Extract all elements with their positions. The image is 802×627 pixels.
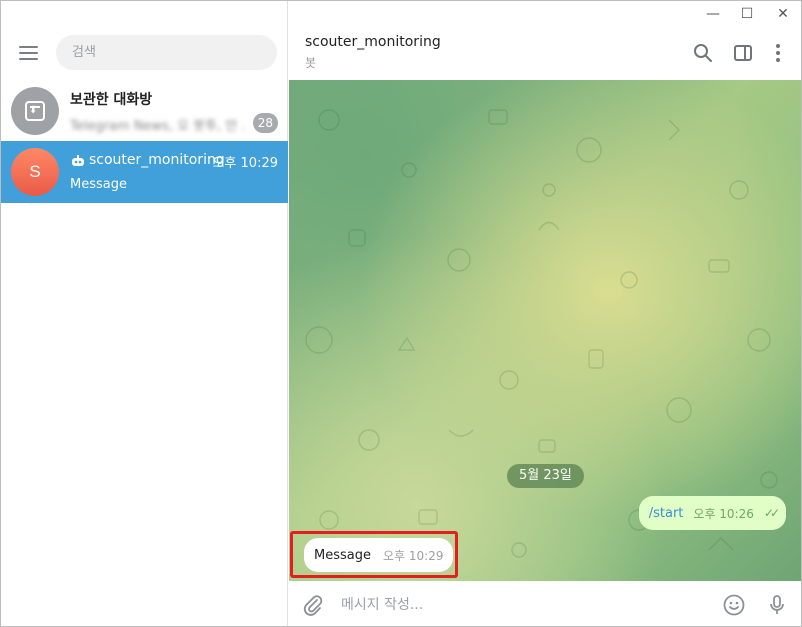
microphone-icon[interactable] bbox=[765, 593, 789, 617]
chat-title: 보관한 대화방 bbox=[70, 92, 153, 108]
message-input[interactable]: 메시지 작성... bbox=[341, 594, 423, 614]
search-icon[interactable] bbox=[692, 42, 714, 64]
message-time: 오후 10:26 bbox=[693, 506, 754, 521]
conversation-panel: scouter_monitoring 봇 5월 23일 /start 오후 10… bbox=[289, 1, 801, 626]
chat-header-subtitle: 봇 bbox=[305, 56, 317, 70]
sidebar-toggle-icon[interactable] bbox=[732, 42, 754, 64]
chat-header: scouter_monitoring 봇 bbox=[289, 26, 801, 80]
chat-item-scouter-monitoring[interactable]: S scouter_monitoring 오후 10:29 Message bbox=[1, 141, 288, 203]
archive-icon bbox=[25, 101, 45, 121]
chat-item-archived[interactable]: 보관한 대화방 Telegram News, 오 봇투, 안 ... 28 bbox=[1, 80, 288, 142]
message-composer: 메시지 작성... bbox=[289, 581, 801, 626]
double-check-icon: ✓✓ bbox=[763, 506, 780, 520]
emoji-icon[interactable] bbox=[722, 593, 746, 617]
avatar: S bbox=[11, 148, 59, 196]
more-options-icon[interactable] bbox=[767, 42, 789, 64]
chat-preview: Telegram News, 오 봇투, 안 ... bbox=[70, 119, 245, 134]
chat-time: 오후 10:29 bbox=[212, 156, 278, 171]
highlight-box bbox=[290, 531, 458, 578]
telegram-window: 검색 보관한 대화방 Telegram News, 오 봇투, 안 ... 28… bbox=[0, 0, 802, 627]
message-text[interactable]: /start bbox=[649, 506, 684, 521]
date-separator: 5월 23일 bbox=[507, 464, 584, 488]
chat-background: 5월 23일 /start 오후 10:26 ✓✓ Message 오후 10:… bbox=[289, 80, 801, 581]
hamburger-menu-icon[interactable] bbox=[13, 38, 43, 68]
message-outgoing[interactable]: /start 오후 10:26 ✓✓ bbox=[638, 496, 786, 530]
chat-title: scouter_monitoring bbox=[89, 152, 225, 168]
chat-header-title[interactable]: scouter_monitoring bbox=[305, 34, 441, 50]
archive-avatar bbox=[11, 87, 59, 135]
bot-icon bbox=[72, 155, 84, 166]
chat-list-panel: 검색 보관한 대화방 Telegram News, 오 봇투, 안 ... 28… bbox=[1, 1, 288, 626]
unread-badge: 28 bbox=[252, 113, 278, 133]
search-input[interactable]: 검색 bbox=[56, 35, 277, 70]
chat-preview: Message bbox=[70, 177, 127, 192]
attach-icon[interactable] bbox=[301, 593, 325, 617]
